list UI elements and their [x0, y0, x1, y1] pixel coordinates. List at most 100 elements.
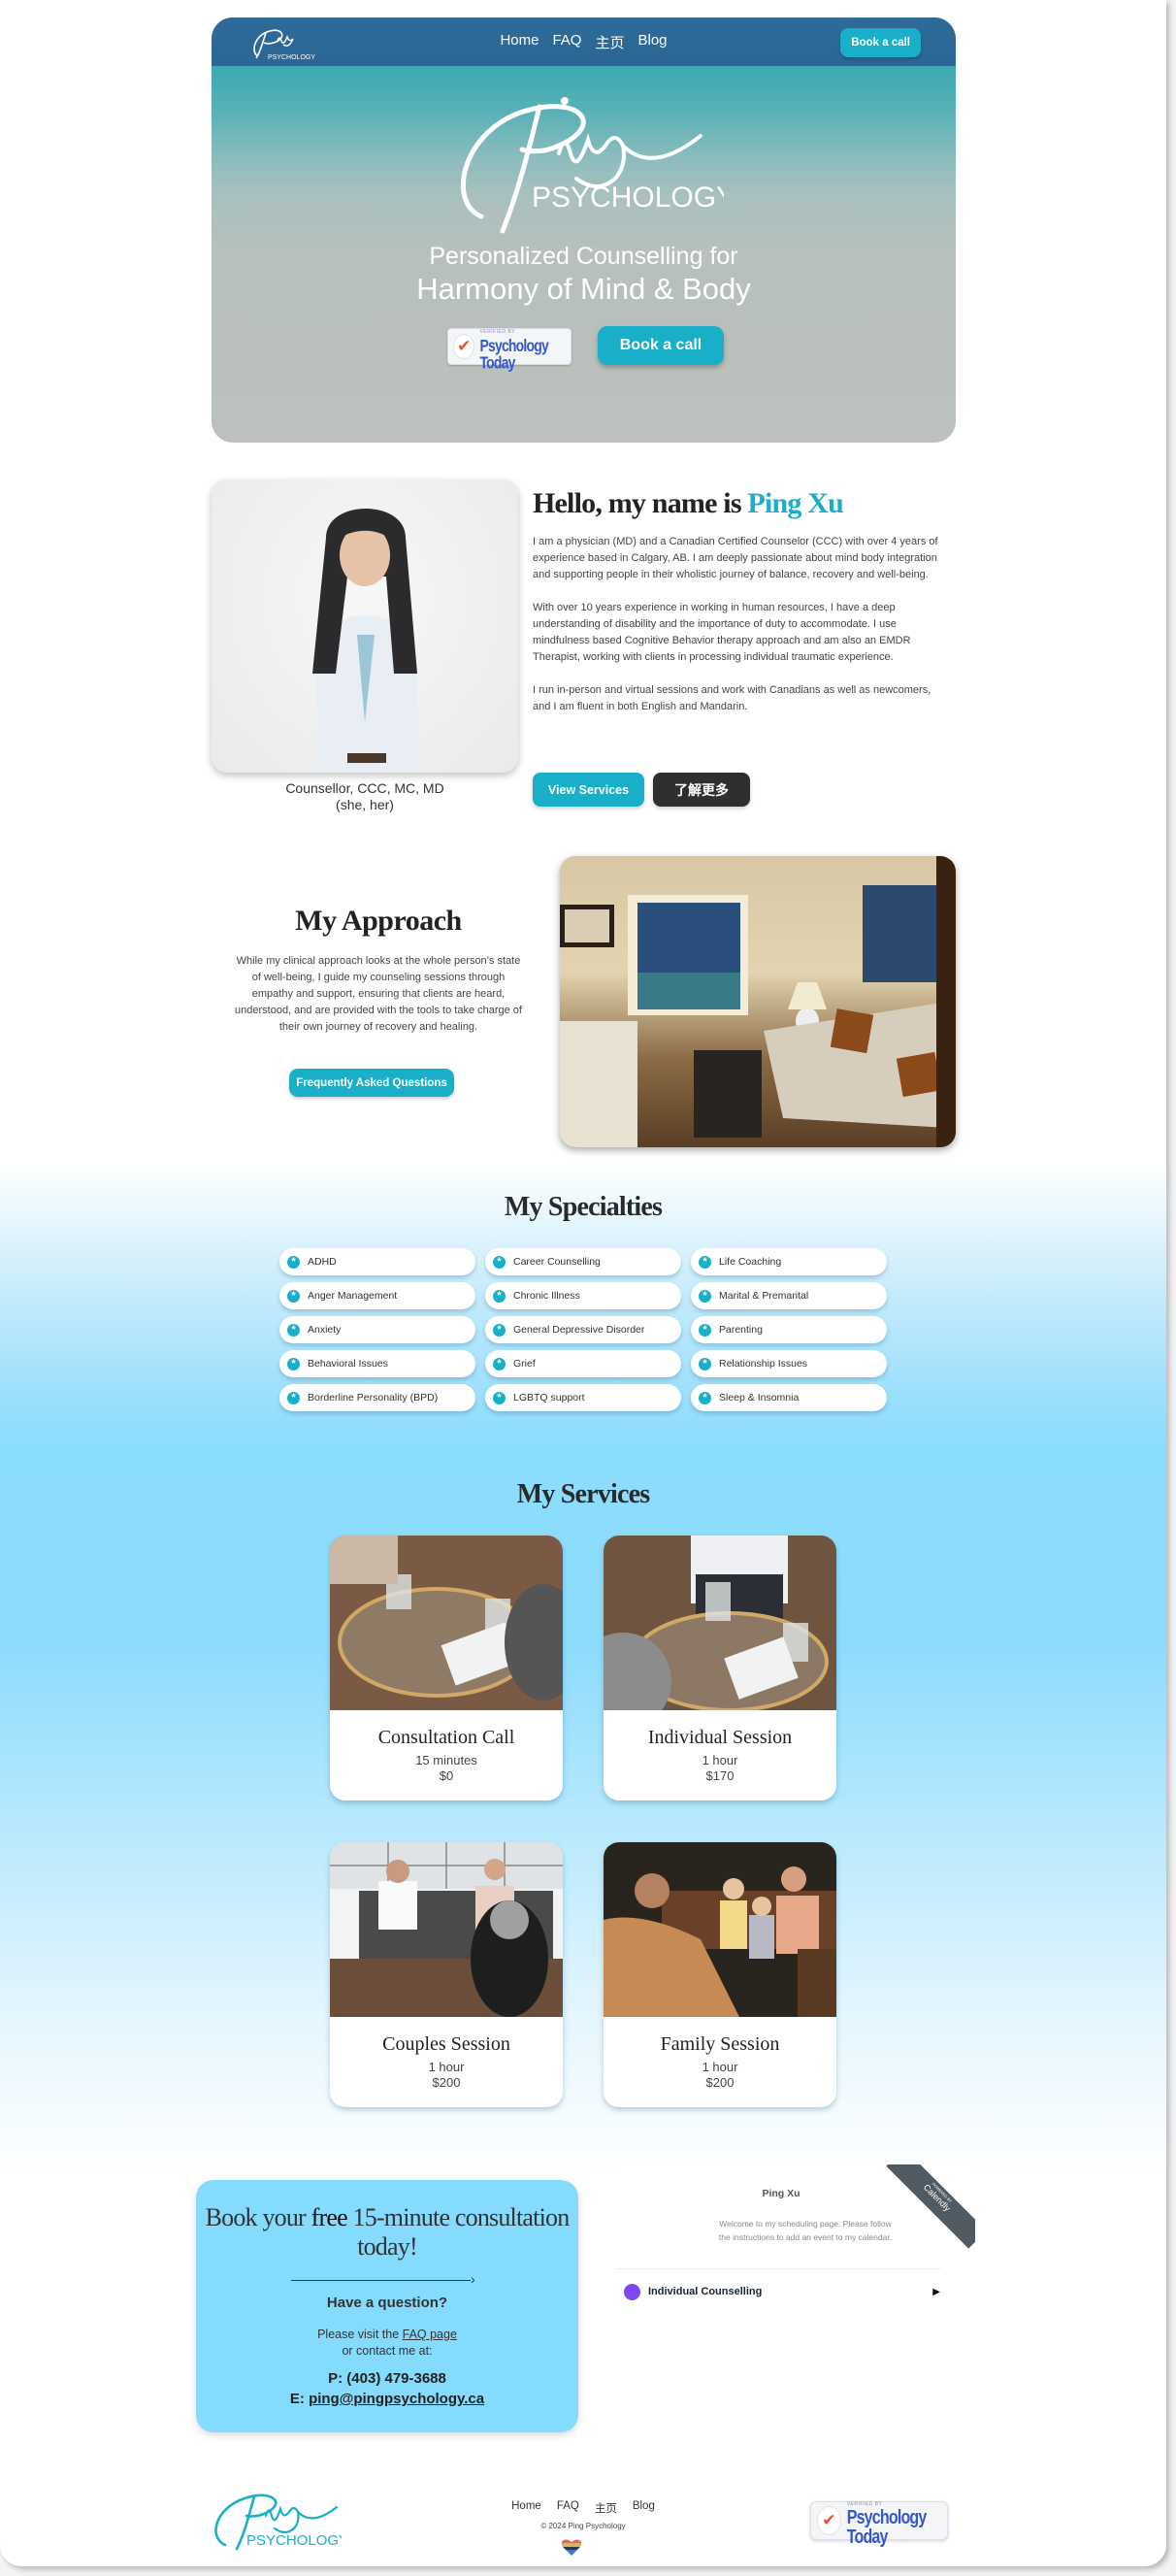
phone-number[interactable]: P: (403) 479-3688 — [196, 2370, 578, 2387]
footer-link-faq[interactable]: FAQ — [557, 2500, 579, 2516]
visit-post: or contact me at: — [342, 2344, 433, 2358]
caret-right-icon: ▶ — [932, 2286, 940, 2297]
hero-tagline-line1: Personalized Counselling for — [429, 243, 738, 270]
service-card-couples[interactable]: Couples Session 1 hour $200 — [330, 1842, 563, 2107]
specialty-item: * Borderline Personality (BPD) — [279, 1384, 475, 1411]
hero-tagline-line2: Harmony of Mind & Body — [416, 272, 751, 306]
asterisk-icon: * — [493, 1255, 506, 1269]
specialty-item: * General Depressive Disorder — [485, 1316, 681, 1343]
service-title: Consultation Call — [377, 1727, 515, 1748]
nav-link-home[interactable]: Home — [500, 32, 539, 52]
specialty-label: Life Coaching — [719, 1256, 782, 1268]
booking-title-free: free — [310, 2203, 348, 2231]
specialty-item: * Behavioral Issues — [279, 1350, 475, 1377]
service-card-individual[interactable]: Individual Session 1 hour $170 — [604, 1536, 836, 1800]
nav-link-blog[interactable]: Blog — [638, 32, 668, 52]
asterisk-icon: * — [699, 1289, 711, 1303]
specialty-item: * LGBTQ support — [485, 1384, 681, 1411]
service-price: $200 — [705, 2075, 735, 2090]
approach-text: While my clinical approach looks at the … — [235, 955, 522, 1033]
specialty-label: Grief — [513, 1358, 536, 1370]
service-card-family[interactable]: Family Session 1 hour $200 — [604, 1842, 836, 2107]
bio-paragraph: I am a physician (MD) and a Canadian Cer… — [533, 536, 938, 580]
service-card-consultation[interactable]: Consultation Call 15 minutes $0 — [330, 1536, 563, 1800]
footer-nav: Home FAQ 主页 Blog — [0, 2500, 1166, 2516]
service-duration: 1 hour — [428, 2060, 465, 2074]
heart-icon — [561, 2539, 582, 2557]
service-title: Couples Session — [382, 2033, 510, 2055]
individual-session-photo — [604, 1536, 836, 1730]
office-illustration — [560, 856, 956, 1147]
event-color-dot — [624, 2283, 640, 2300]
view-services-button[interactable]: View Services — [533, 773, 644, 807]
booking-title-pre: Book your — [205, 2203, 311, 2231]
service-title: Individual Session — [647, 1727, 793, 1748]
footer-link-blog[interactable]: Blog — [633, 2500, 655, 2516]
specialty-label: Anger Management — [308, 1290, 398, 1302]
arrow-right-icon[interactable]: › — [471, 2271, 475, 2287]
asterisk-icon: * — [493, 1391, 506, 1404]
specialty-item: * Grief — [485, 1350, 681, 1377]
faq-page-link[interactable]: FAQ page — [403, 2328, 457, 2341]
checkmark-icon: ✔ — [817, 2506, 841, 2535]
badge-psychology-today-label: Psychology Today — [846, 2507, 928, 2548]
service-title: Family Session — [660, 2033, 780, 2055]
nav-links: Home FAQ 主页 Blog — [500, 32, 667, 52]
psychology-today-badge[interactable]: ✔ VERIFIED BY Psychology Today — [447, 328, 572, 371]
hero-book-call-button[interactable]: Book a call — [598, 326, 724, 365]
asterisk-icon: * — [287, 1357, 300, 1371]
top-nav: PSYCHOLOGY Home FAQ 主页 Blog Book a call — [212, 17, 956, 66]
email-prefix: E: — [289, 2391, 310, 2407]
specialty-item: * Marital & Premarital — [691, 1282, 887, 1309]
credentials: Counsellor, CCC, MC, MD — [285, 780, 444, 796]
nav-link-faq[interactable]: FAQ — [552, 32, 581, 52]
bio-paragraph: I run in-person and virtual sessions and… — [533, 684, 931, 712]
nav-logo[interactable]: PSYCHOLOGY — [245, 23, 322, 62]
service-duration: 15 minutes — [415, 1753, 477, 1767]
specialty-item: * Anger Management — [279, 1282, 475, 1309]
event-name: Individual Counselling — [648, 2286, 763, 2297]
portrait-photo — [212, 479, 518, 773]
faq-button[interactable]: Frequently Asked Questions — [289, 1069, 454, 1097]
calendly-ribbon[interactable]: POWERED BY Calendly — [886, 2164, 975, 2249]
calendly-event-individual-counselling[interactable]: Individual Counselling ▶ — [624, 2281, 944, 2302]
nav-book-call-button[interactable]: Book a call — [840, 28, 921, 57]
footer-link-home[interactable]: Home — [511, 2500, 541, 2516]
service-duration: 1 hour — [702, 1753, 738, 1767]
specialty-item: * Life Coaching — [691, 1248, 887, 1275]
service-price: $170 — [705, 1768, 735, 1783]
footer-logo[interactable]: PSYCHOLOGY — [206, 2487, 342, 2551]
calendly-name: Ping Xu — [762, 2188, 800, 2199]
asterisk-icon: * — [287, 1391, 300, 1404]
specialty-label: Chronic Illness — [513, 1290, 580, 1302]
asterisk-icon: * — [493, 1357, 506, 1371]
specialty-label: Behavioral Issues — [308, 1358, 388, 1370]
email-link[interactable]: ping@pingpsychology.ca — [309, 2391, 484, 2407]
consultation-photo — [330, 1536, 563, 1710]
calendly-description: Welcome to my scheduling page. Please fo… — [718, 2219, 893, 2242]
pronouns: (she, her) — [336, 797, 394, 812]
specialty-label: Relationship Issues — [719, 1358, 808, 1370]
asterisk-icon: * — [699, 1323, 711, 1337]
asterisk-icon: * — [287, 1323, 300, 1337]
footer-psychology-today-badge[interactable]: ✔ VERIFIED BY Psychology Today — [810, 2501, 948, 2547]
svg-text:PSYCHOLOGY: PSYCHOLOGY — [246, 2532, 342, 2549]
bio-text: I am a physician (MD) and a Canadian Cer… — [533, 534, 945, 732]
visit-text: Please visit the FAQ page or contact me … — [196, 2327, 578, 2360]
asterisk-icon: * — [287, 1289, 300, 1303]
email-line: E: ping@pingpsychology.ca — [196, 2391, 578, 2407]
specialty-item: * Career Counselling — [485, 1248, 681, 1275]
footer-link-chinese-home[interactable]: 主页 — [595, 2500, 617, 2516]
calendly-widget: POWERED BY Calendly Ping Xu Welcome to m… — [616, 2164, 975, 2417]
page-frame: PSYCHOLOGY Home FAQ 主页 Blog Book a call … — [0, 0, 1166, 2566]
specialty-item: * Relationship Issues — [691, 1350, 887, 1377]
nav-link-chinese-home[interactable]: 主页 — [595, 32, 624, 52]
portrait-caption: Counsellor, CCC, MC, MD (she, her) — [212, 780, 518, 813]
specialty-label: Borderline Personality (BPD) — [308, 1392, 439, 1404]
couples-session-photo — [330, 1842, 563, 2017]
asterisk-icon: * — [699, 1391, 711, 1404]
specialty-label: General Depressive Disorder — [513, 1324, 645, 1336]
learn-more-chinese-button[interactable]: 了解更多 — [653, 773, 750, 807]
hero-logo-word: PSYCHOLOGY — [532, 182, 724, 214]
asterisk-icon: * — [699, 1255, 711, 1269]
